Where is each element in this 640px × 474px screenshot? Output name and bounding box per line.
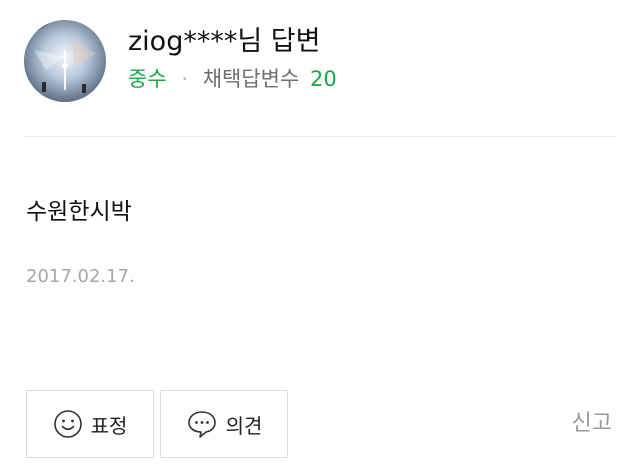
meta-separator: · [181, 67, 189, 91]
opinion-button-label: 의견 [225, 413, 263, 438]
header-divider [24, 136, 616, 137]
author-rank: 중수 [128, 67, 167, 91]
answer-body: 수원한시박 [26, 199, 132, 225]
answer-date: 2017.02.17. [26, 266, 135, 287]
answer-header: ziog****님 답변 중수 · 채택답변수 20 [24, 20, 616, 102]
avatar-image [24, 20, 106, 102]
smiley-face-icon [53, 410, 82, 438]
emotion-button[interactable]: 표정 [26, 390, 154, 458]
author-avatar[interactable] [24, 20, 106, 102]
author-meta: 중수 · 채택답변수 20 [128, 64, 337, 94]
answer-card: ziog****님 답변 중수 · 채택답변수 20 수원한시박 2017.02… [0, 0, 640, 474]
adopted-count: 20 [310, 67, 337, 91]
report-link[interactable]: 신고 [572, 408, 612, 440]
emotion-button-label: 표정 [90, 413, 128, 438]
speech-bubble-icon [187, 411, 216, 438]
opinion-button[interactable]: 의견 [160, 390, 288, 458]
author-name[interactable]: ziog****님 답변 [128, 24, 337, 60]
adopted-label: 채택답변수 [202, 67, 300, 91]
author-info: ziog****님 답변 중수 · 채택답변수 20 [128, 24, 337, 94]
